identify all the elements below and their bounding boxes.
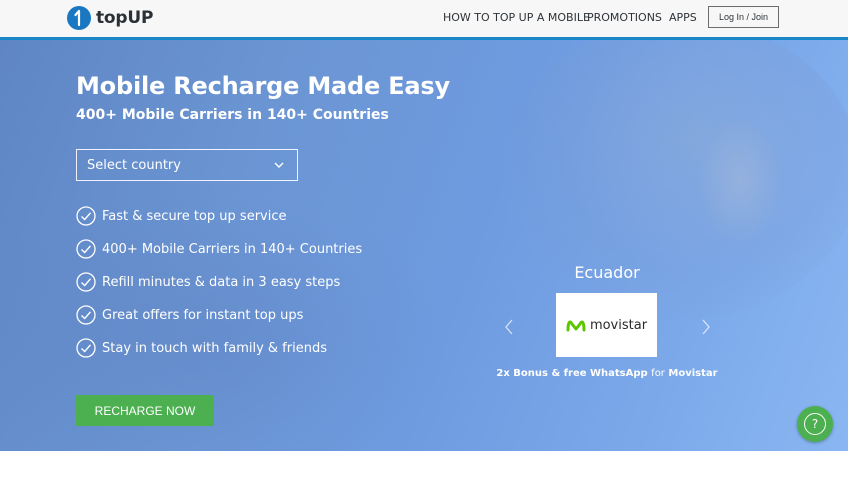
recharge-now-button[interactable]: RECHARGE NOW (76, 395, 214, 426)
nav-promotions[interactable]: PROMOTIONS (587, 11, 662, 24)
feature-text: Stay in touch with family & friends (102, 340, 327, 356)
promo-country: Ecuador (574, 263, 640, 282)
movistar-m-icon (566, 320, 586, 332)
feature-text: Refill minutes & data in 3 easy steps (102, 274, 341, 290)
page-content-below (0, 451, 848, 477)
chevron-right-icon[interactable] (700, 318, 712, 336)
site-header: topUP HOW TO TOP UP A MOBILE PROMOTIONS … (0, 0, 848, 37)
chevron-down-icon (274, 162, 284, 168)
hero-section: Mobile Recharge Made Easy 400+ Mobile Ca… (0, 40, 848, 451)
promo-caption[interactable]: 2x Bonus & free WhatsApp for Movistar (476, 368, 738, 379)
check-circle-icon (76, 305, 96, 325)
check-circle-icon (76, 206, 96, 226)
hero-background-detail (700, 120, 780, 240)
feature-text: Fast & secure top up service (102, 208, 287, 224)
site-logo[interactable]: topUP (67, 6, 153, 30)
promo-caption-carrier: Movistar (668, 368, 718, 379)
check-circle-icon (76, 338, 96, 358)
promo-caption-for: for (651, 368, 665, 379)
feature-text: Great offers for instant top ups (102, 307, 304, 323)
feature-text: 400+ Mobile Carriers in 140+ Countries (102, 241, 363, 257)
promo-caption-main: 2x Bonus & free WhatsApp (496, 368, 648, 379)
check-circle-icon (76, 239, 96, 259)
hero-subtitle: 400+ Mobile Carriers in 140+ Countries (76, 107, 389, 123)
feature-item: Stay in touch with family & friends (76, 338, 327, 358)
feature-item: 400+ Mobile Carriers in 140+ Countries (76, 239, 362, 259)
chevron-left-icon[interactable] (503, 318, 515, 336)
country-select[interactable]: Select country (76, 149, 298, 181)
country-select-value: Select country (87, 157, 181, 173)
feature-item: Fast & secure top up service (76, 206, 287, 226)
nav-how-to-top-up[interactable]: HOW TO TOP UP A MOBILE (443, 11, 590, 24)
help-button[interactable]: ? (797, 406, 833, 442)
carrier-name: movistar (589, 317, 648, 333)
carrier-card[interactable]: movistar (556, 293, 657, 357)
check-circle-icon (76, 272, 96, 292)
hero-title: Mobile Recharge Made Easy (76, 72, 450, 100)
nav-apps[interactable]: APPS (669, 11, 697, 24)
login-join-button[interactable]: Log In / Join (708, 6, 779, 28)
logo-text: topUP (96, 8, 154, 28)
feature-item: Refill minutes & data in 3 easy steps (76, 272, 340, 292)
movistar-logo: movistar (566, 318, 647, 333)
feature-item: Great offers for instant top ups (76, 305, 303, 325)
help-icon: ? (804, 413, 826, 435)
topup-logo-icon (67, 6, 91, 30)
